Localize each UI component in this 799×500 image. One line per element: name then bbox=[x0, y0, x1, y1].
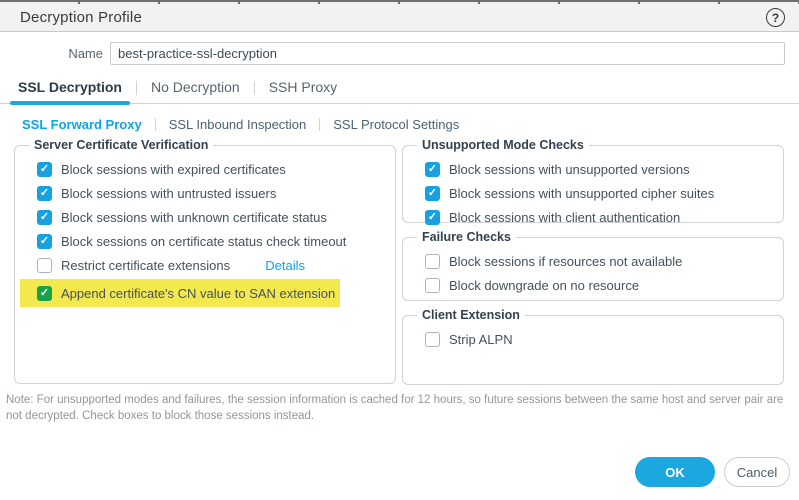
name-label: Name bbox=[14, 46, 110, 61]
dialog-footer: OK Cancel bbox=[635, 457, 790, 487]
name-input[interactable] bbox=[110, 42, 785, 65]
right-column: Unsupported Mode Checks Block sessions w… bbox=[402, 138, 784, 385]
name-row: Name bbox=[14, 42, 785, 65]
checkbox-row: Block sessions with unknown certificate … bbox=[37, 205, 385, 229]
footer-note: Note: For unsupported modes and failures… bbox=[0, 392, 792, 424]
checkbox[interactable] bbox=[37, 210, 52, 225]
checkbox-row: Block sessions with untrusted issuers bbox=[37, 181, 385, 205]
panel-legend: Client Extension bbox=[417, 308, 525, 322]
subtab-separator bbox=[319, 118, 320, 131]
panel-legend: Failure Checks bbox=[417, 230, 516, 244]
checkbox[interactable] bbox=[37, 162, 52, 177]
left-column: Server Certificate Verification Block se… bbox=[14, 138, 396, 385]
checkbox-row: Strip ALPN bbox=[425, 327, 773, 351]
checkbox[interactable] bbox=[37, 186, 52, 201]
ok-button[interactable]: OK bbox=[635, 457, 715, 487]
checkbox[interactable] bbox=[37, 258, 52, 273]
tab-separator bbox=[136, 81, 137, 95]
panel-server-certificate-verification: Server Certificate Verification Block se… bbox=[14, 138, 396, 384]
checkbox[interactable] bbox=[425, 278, 440, 293]
checkbox[interactable] bbox=[425, 332, 440, 347]
subtab-ssl-forward-proxy[interactable]: SSL Forward Proxy bbox=[22, 117, 142, 132]
checkbox-row: Block sessions on certificate status che… bbox=[37, 229, 385, 253]
checkbox-row: Block sessions if resources not availabl… bbox=[425, 249, 773, 273]
subtab-ssl-inbound-inspection[interactable]: SSL Inbound Inspection bbox=[169, 117, 307, 132]
subtab-separator bbox=[155, 118, 156, 131]
dialog-title: Decryption Profile bbox=[20, 9, 142, 26]
tab-separator bbox=[254, 81, 255, 95]
checkbox[interactable] bbox=[425, 186, 440, 201]
checkbox[interactable] bbox=[37, 234, 52, 249]
tab-ssl-decryption[interactable]: SSL Decryption bbox=[18, 79, 122, 103]
panel-unsupported-mode-checks: Unsupported Mode Checks Block sessions w… bbox=[402, 138, 784, 223]
subtab-bar: SSL Forward Proxy SSL Inbound Inspection… bbox=[14, 117, 785, 132]
tab-ssh-proxy[interactable]: SSH Proxy bbox=[269, 79, 337, 103]
panel-failure-checks: Failure Checks Block sessions if resourc… bbox=[402, 230, 784, 301]
subtab-ssl-protocol-settings[interactable]: SSL Protocol Settings bbox=[333, 117, 459, 132]
panel-client-extension: Client Extension Strip ALPN bbox=[402, 308, 784, 385]
panel-legend: Unsupported Mode Checks bbox=[417, 138, 589, 152]
checkbox-row-highlighted: Append certificate's CN value to SAN ext… bbox=[20, 279, 340, 307]
tab-no-decryption[interactable]: No Decryption bbox=[151, 79, 240, 103]
checkbox-row: Restrict certificate extensions Details bbox=[37, 253, 385, 277]
checkbox-row: Block sessions with unsupported cipher s… bbox=[425, 181, 773, 205]
checkbox-row: Block sessions with client authenticatio… bbox=[425, 205, 773, 229]
checkbox[interactable] bbox=[425, 210, 440, 225]
checkbox-row: Block downgrade on no resource bbox=[425, 273, 773, 297]
cancel-button[interactable]: Cancel bbox=[724, 457, 790, 487]
panel-legend: Server Certificate Verification bbox=[29, 138, 213, 152]
checkbox-row: Block sessions with expired certificates bbox=[37, 157, 385, 181]
tab-bar: SSL Decryption No Decryption SSH Proxy bbox=[0, 77, 799, 104]
checkbox[interactable] bbox=[37, 286, 52, 301]
checkbox-row: Block sessions with unsupported versions bbox=[425, 157, 773, 181]
checkbox[interactable] bbox=[425, 162, 440, 177]
checkbox[interactable] bbox=[425, 254, 440, 269]
dialog-titlebar: Decryption Profile ? bbox=[0, 4, 799, 32]
help-icon[interactable]: ? bbox=[766, 8, 785, 27]
details-link[interactable]: Details bbox=[265, 258, 305, 273]
